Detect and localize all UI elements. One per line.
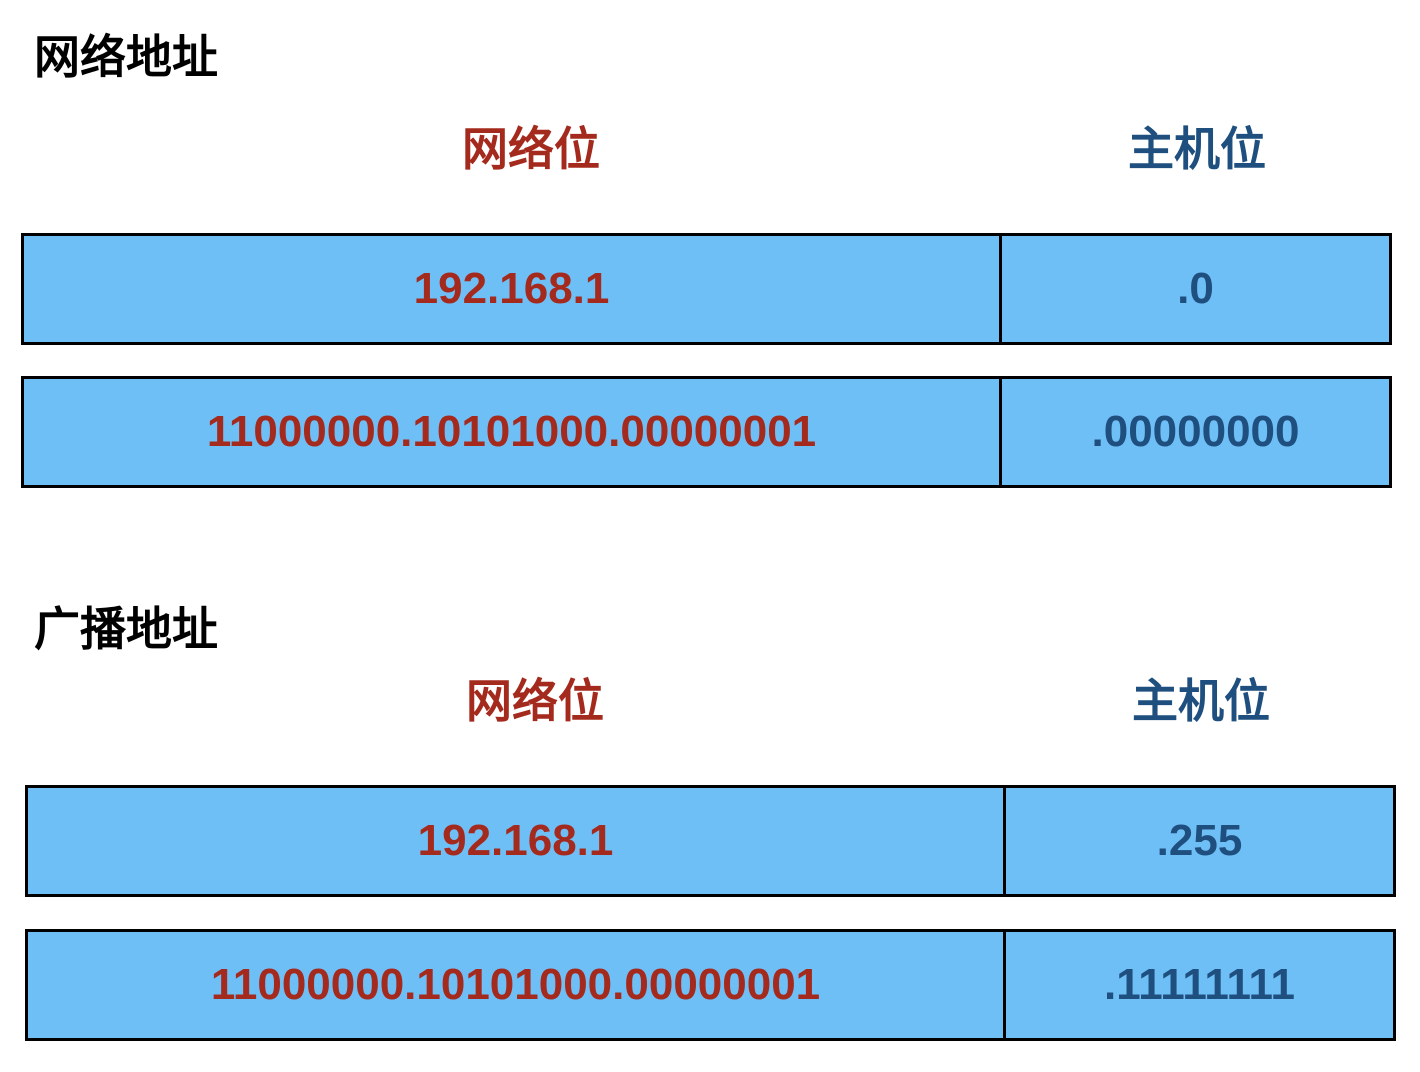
host-bits-header: 主机位 (1128, 123, 1266, 175)
host-bits-header: 主机位 (1132, 675, 1270, 727)
section-title: 广播地址 (34, 603, 218, 655)
network-part-cell: 11000000.10101000.00000001 (25, 929, 1006, 1041)
address-row-binary: 11000000.10101000.00000001 .00000000 (21, 376, 1392, 488)
address-row-decimal: 192.168.1 .255 (25, 785, 1396, 897)
network-part-cell: 11000000.10101000.00000001 (21, 376, 1002, 488)
section-title: 网络地址 (34, 31, 218, 83)
network-part-cell: 192.168.1 (25, 785, 1006, 897)
network-bits-header: 网络位 (462, 123, 600, 175)
network-part-cell: 192.168.1 (21, 233, 1002, 345)
host-part-cell: .00000000 (999, 376, 1392, 488)
host-part-cell: .11111111 (1003, 929, 1396, 1041)
host-part-cell: .255 (1003, 785, 1396, 897)
network-bits-header: 网络位 (466, 675, 604, 727)
host-part-cell: .0 (999, 233, 1392, 345)
address-row-decimal: 192.168.1 .0 (21, 233, 1392, 345)
address-row-binary: 11000000.10101000.00000001 .11111111 (25, 929, 1396, 1041)
